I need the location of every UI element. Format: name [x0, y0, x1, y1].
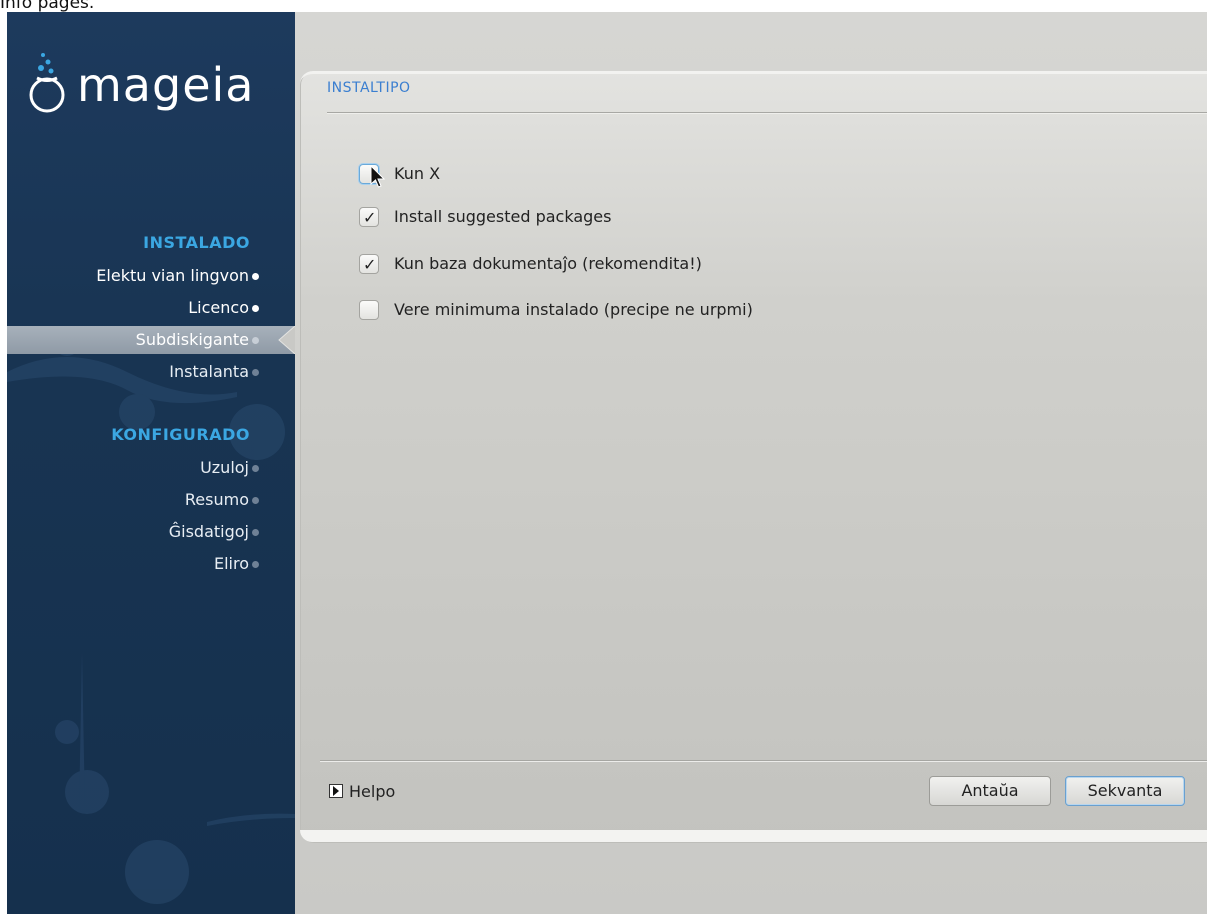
step-updates: Ĝisdatigoj	[168, 522, 249, 541]
suggested-packages-checkbox[interactable]: ✓	[359, 207, 379, 227]
step-users: Uzuloj	[200, 458, 249, 477]
step-pending-dot-icon	[252, 369, 259, 376]
option-label: Vere minimuma instalado (precipe ne urpm…	[394, 300, 753, 319]
option-label: Kun X	[394, 164, 441, 183]
option-label: Install suggested packages	[394, 207, 612, 226]
panel-bottom-edge	[300, 830, 1207, 842]
mageia-logo: mageia	[21, 50, 281, 130]
back-button[interactable]: Antaŭa	[929, 776, 1051, 806]
step-summary: Resumo	[184, 490, 249, 509]
option-label: Kun baza dokumentaĵo (rekomendita!)	[394, 254, 702, 273]
title-divider	[327, 112, 1207, 113]
expand-arrow-icon	[329, 784, 343, 798]
step-exit: Eliro	[213, 554, 249, 573]
top-caption: Info pages.	[0, 0, 95, 13]
section-title-install: INSTALADO	[143, 233, 250, 252]
step-pending-dot-icon	[252, 497, 259, 504]
help-toggle[interactable]: Helpo	[329, 781, 395, 803]
step-installing: Instalanta	[169, 362, 249, 381]
current-step-pointer-icon	[278, 326, 295, 354]
step-done-dot-icon	[252, 305, 259, 312]
footer-divider	[320, 760, 1207, 761]
sidebar: mageia INSTALADO Elektu vian lingvon Lic…	[7, 12, 295, 914]
panel-top-edge	[300, 71, 1207, 84]
content-panel	[300, 71, 1207, 843]
step-choose-language: Elektu vian lingvon	[96, 266, 249, 285]
brand-name: mageia	[77, 58, 255, 112]
step-pending-dot-icon	[252, 529, 259, 536]
checkmark-icon: ✓	[363, 208, 377, 227]
cauldron-icon	[29, 53, 65, 113]
step-current-dot-icon	[252, 337, 259, 344]
step-partitioning: Subdiskigante	[135, 330, 249, 349]
checkmark-icon: ✓	[363, 255, 377, 274]
step-pending-dot-icon	[252, 465, 259, 472]
step-pending-dot-icon	[252, 561, 259, 568]
page-title: INSTALTIPO	[327, 80, 411, 96]
next-button[interactable]: Sekvanta	[1065, 776, 1185, 806]
mouse-pointer-icon	[370, 165, 386, 188]
base-docs-checkbox[interactable]: ✓	[359, 254, 379, 274]
blossom-decoration-icon	[7, 328, 295, 904]
section-title-configure: KONFIGURADO	[111, 425, 250, 444]
help-label: Helpo	[349, 782, 396, 801]
step-license: Licenco	[188, 298, 249, 317]
step-done-dot-icon	[252, 273, 259, 280]
minimal-install-checkbox[interactable]	[359, 300, 379, 320]
